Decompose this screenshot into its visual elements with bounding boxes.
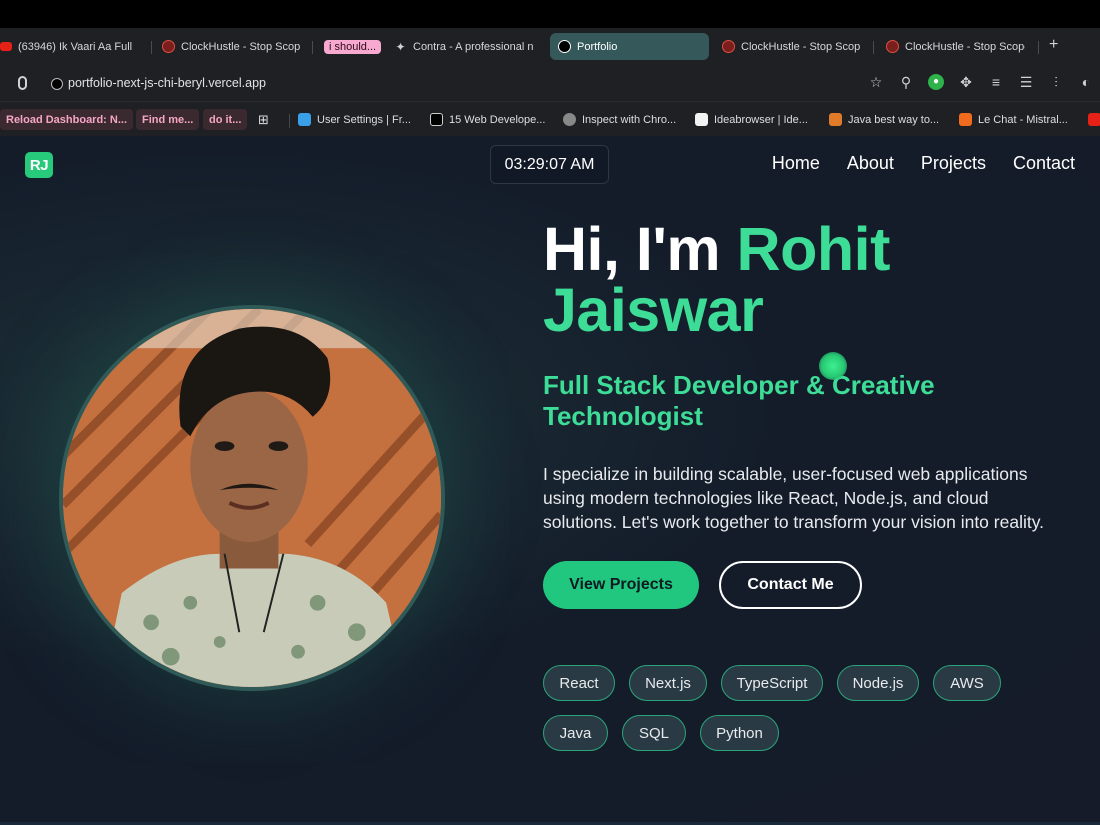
stackoverflow-icon bbox=[829, 113, 842, 126]
reading-list-icon[interactable]: ≡ bbox=[988, 74, 1004, 90]
tab-title: ClockHustle - Stop Scope bbox=[181, 40, 300, 53]
bookmark-label: Ideabrowser | Ide... bbox=[714, 113, 808, 126]
bookmark-do-it[interactable]: do it... bbox=[203, 109, 248, 130]
youtube-icon bbox=[0, 42, 12, 51]
hero-greeting: Hi, I'm bbox=[543, 215, 737, 283]
url-field[interactable]: portfolio-next-js-chi-beryl.vercel.app bbox=[68, 76, 266, 90]
bookmark-find-me[interactable]: Find me... bbox=[136, 109, 200, 130]
nav-about[interactable]: About bbox=[847, 153, 894, 174]
profile-photo-illustration bbox=[63, 309, 441, 687]
hero-last-name: Jaiswar bbox=[543, 276, 764, 344]
bookmark-ideabrowser[interactable]: Ideabrowser | Ide... bbox=[695, 109, 808, 130]
hero-description: I specialize in building scalable, user-… bbox=[543, 464, 1045, 532]
bookmark-label: Le Chat - Mistral... bbox=[978, 113, 1068, 126]
site-logo[interactable]: RJ bbox=[25, 152, 53, 178]
extension-green-icon[interactable]: ● bbox=[928, 74, 944, 90]
cursor-follower-dot bbox=[819, 352, 847, 380]
new-tab-plus-icon[interactable]: + bbox=[1049, 36, 1058, 54]
tab-title: ClockHustle - Stop Scope bbox=[905, 40, 1025, 53]
extension-toolbar: ☆ ⚲ ● ✥ ≡ ☰ ⫶ ◐ bbox=[868, 74, 1100, 90]
screen-top-bar bbox=[0, 0, 1100, 28]
tab-clockhustle-1[interactable]: ClockHustle - Stop Scope bbox=[154, 33, 308, 60]
tab-clockhustle-3[interactable]: ClockHustle - Stop Scope bbox=[878, 33, 1033, 60]
bookmark-user-settings[interactable]: User Settings | Fr... bbox=[298, 109, 411, 130]
bookmark-java-best-way[interactable]: Java best way to... bbox=[829, 109, 939, 130]
skill-tag: Node.js bbox=[837, 665, 919, 701]
ideabrowser-icon bbox=[695, 113, 708, 126]
skill-tag: Next.js bbox=[629, 665, 707, 701]
live-clock: 03:29:07 AM bbox=[490, 145, 609, 184]
menu-lines-icon[interactable]: ☰ bbox=[1018, 74, 1034, 90]
bookmark-label: Java best way to... bbox=[848, 113, 940, 126]
bookmark-divider bbox=[289, 114, 290, 128]
tab-contra[interactable]: ✦ Contra - A professional n bbox=[386, 33, 546, 60]
tab-title: ClockHustle - Stop Scope bbox=[741, 40, 860, 53]
tab-title: Portfolio bbox=[577, 40, 618, 53]
hero-subtitle: Full Stack Developer & Creative Technolo… bbox=[543, 370, 935, 431]
bookmark-label: Inspect with Chro... bbox=[582, 113, 677, 126]
tab-title: Contra - A professional n bbox=[413, 40, 534, 53]
youtube-icon bbox=[1088, 113, 1100, 126]
bookmarks-bar: Reload Dashboard: N... Find me... do it.… bbox=[0, 102, 1100, 136]
framer-icon bbox=[298, 113, 311, 126]
contra-icon: ✦ bbox=[395, 39, 406, 54]
skill-tag: Java bbox=[543, 715, 608, 751]
audio-wave-icon[interactable]: ⫶ bbox=[1048, 74, 1064, 90]
portfolio-icon bbox=[558, 40, 571, 53]
hero-first-name: Rohit bbox=[736, 215, 891, 283]
apps-grid-icon[interactable]: ⊞ bbox=[258, 109, 269, 130]
hero-title: Hi, I'm Rohit Jaiswar bbox=[543, 219, 1063, 341]
bookmark-le-chat-mistral[interactable]: Le Chat - Mistral... bbox=[959, 109, 1068, 130]
link-icon[interactable]: ⚲ bbox=[898, 74, 914, 90]
skill-tag: Python bbox=[700, 715, 779, 751]
portfolio-page: RJ 03:29:07 AM Home About Projects Conta… bbox=[0, 136, 1100, 825]
skill-tag: AWS bbox=[933, 665, 1001, 701]
main-nav: Home About Projects Contact bbox=[772, 153, 1075, 174]
bookmark-reload-dashboard[interactable]: Reload Dashboard: N... bbox=[0, 109, 134, 130]
youtube-bookmark-icon[interactable] bbox=[1088, 109, 1100, 130]
profile-icon[interactable]: ◐ bbox=[1078, 74, 1094, 90]
contact-me-button[interactable]: Contact Me bbox=[719, 561, 862, 609]
profile-photo bbox=[59, 305, 445, 691]
hero-heading: Hi, I'm Rohit Jaiswar bbox=[543, 219, 1063, 341]
tab-divider bbox=[151, 41, 152, 54]
tab-youtube[interactable]: (63946) Ik Vaari Aa Full S bbox=[0, 33, 142, 60]
view-projects-button[interactable]: View Projects bbox=[543, 561, 699, 609]
mistral-icon bbox=[959, 113, 972, 126]
tab-title: (63946) Ik Vaari Aa Full S bbox=[18, 40, 134, 53]
chrome-devtools-icon bbox=[563, 113, 576, 126]
tab-group-i-should[interactable]: i should... bbox=[316, 33, 388, 60]
bookmark-15-web-developers[interactable]: 15 Web Develope... bbox=[430, 109, 545, 130]
nav-contact[interactable]: Contact bbox=[1013, 153, 1075, 174]
nav-home[interactable]: Home bbox=[772, 153, 820, 174]
tab-divider bbox=[312, 41, 313, 54]
address-bar: portfolio-next-js-chi-beryl.vercel.app ☆… bbox=[0, 64, 1100, 102]
tab-strip: (63946) Ik Vaari Aa Full S ClockHustle -… bbox=[0, 28, 1100, 64]
tab-portfolio[interactable]: Portfolio bbox=[550, 33, 709, 60]
microphone-icon[interactable] bbox=[18, 76, 27, 90]
bookmark-inspect-chrome[interactable]: Inspect with Chro... bbox=[563, 109, 676, 130]
clockhustle-icon bbox=[722, 40, 735, 53]
tab-divider bbox=[1038, 41, 1039, 54]
bookmark-star-icon[interactable]: ☆ bbox=[868, 74, 884, 90]
bookmark-label: User Settings | Fr... bbox=[317, 113, 411, 126]
tab-clockhustle-2[interactable]: ClockHustle - Stop Scope bbox=[714, 33, 868, 60]
extensions-puzzle-icon[interactable]: ✥ bbox=[958, 74, 974, 90]
bookmark-label: 15 Web Develope... bbox=[449, 113, 546, 126]
clockhustle-icon bbox=[886, 40, 899, 53]
skill-tag: SQL bbox=[622, 715, 686, 751]
article-icon bbox=[430, 113, 443, 126]
skill-tag: TypeScript bbox=[721, 665, 823, 701]
skill-tag: React bbox=[543, 665, 615, 701]
clockhustle-icon bbox=[162, 40, 175, 53]
nav-projects[interactable]: Projects bbox=[921, 153, 986, 174]
site-info-icon[interactable] bbox=[51, 78, 63, 90]
tab-divider bbox=[873, 41, 874, 54]
tab-group-pill: i should... bbox=[324, 39, 382, 54]
